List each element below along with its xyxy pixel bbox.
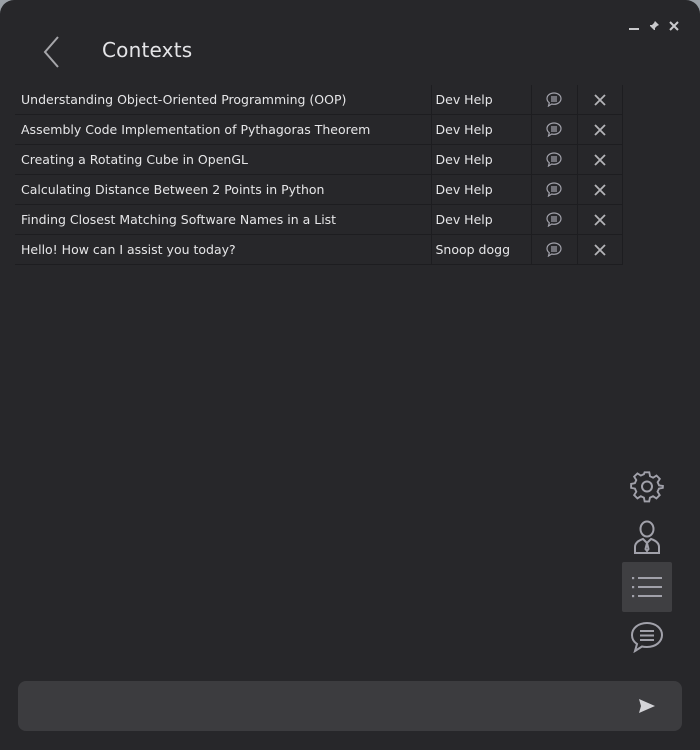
send-icon [639,699,655,713]
close-icon [593,153,606,166]
context-name: Dev Help [431,85,532,115]
chat-bubble-icon [546,122,562,137]
context-row[interactable]: Finding Closest Matching Software Names … [15,204,623,235]
delete-context-button[interactable] [590,90,610,110]
context-name: Dev Help [431,204,532,235]
app-window: Contexts Understanding Object-Oriented P… [0,0,700,750]
context-row[interactable]: Understanding Object-Oriented Programmin… [15,85,623,115]
delete-context-button[interactable] [590,180,610,200]
context-name: Dev Help [431,114,532,145]
chat-bubble-icon [546,242,562,257]
close-icon[interactable] [668,20,680,32]
chat-bubble-icon [630,621,664,653]
agent-button[interactable] [622,512,672,562]
context-row[interactable]: Calculating Distance Between 2 Points in… [15,174,623,205]
chat-button[interactable] [622,612,672,662]
chat-bubble-icon [546,182,562,197]
list-icon [632,577,662,598]
close-icon [593,243,606,256]
close-icon [593,123,606,136]
side-toolbar [622,462,672,662]
delete-context-button[interactable] [590,210,610,230]
page-title: Contexts [102,38,193,62]
context-name: Dev Help [431,174,532,205]
context-title[interactable]: Finding Closest Matching Software Names … [15,204,432,235]
context-row[interactable]: Creating a Rotating Cube in OpenGL Dev He… [15,144,623,175]
context-name: Snoop dogg [431,234,532,265]
delete-context-button[interactable] [590,150,610,170]
context-title[interactable]: Understanding Object-Oriented Programmin… [15,85,432,115]
open-chat-button[interactable] [544,239,564,259]
open-chat-button[interactable] [544,149,564,169]
chat-bubble-icon [546,212,562,227]
contexts-list-button[interactable] [622,562,672,612]
context-title[interactable]: Assembly Code Implementation of Pythagor… [15,114,432,145]
chevron-left-icon [43,36,59,68]
settings-button[interactable] [622,462,672,512]
delete-context-button[interactable] [590,120,610,140]
window-controls [628,20,680,32]
send-button[interactable] [638,698,656,714]
contexts-table: Understanding Object-Oriented Programmin… [15,85,623,265]
close-icon [593,213,606,226]
message-composer [18,681,682,731]
chat-bubble-icon [546,152,562,167]
chat-bubble-icon [546,92,562,107]
open-chat-button[interactable] [544,89,564,109]
context-row[interactable]: Hello! How can I assist you today? Snoop … [15,234,623,265]
delete-context-button[interactable] [590,240,610,260]
pin-icon[interactable] [648,20,660,32]
gear-icon [630,471,664,503]
close-icon [593,183,606,196]
back-button[interactable] [38,33,66,71]
message-input[interactable] [32,689,626,725]
context-title[interactable]: Creating a Rotating Cube in OpenGL [15,144,432,175]
minimize-icon[interactable] [628,20,640,32]
context-title[interactable]: Calculating Distance Between 2 Points in… [15,174,432,205]
close-icon [593,93,606,106]
context-name: Dev Help [431,144,532,175]
open-chat-button[interactable] [544,179,564,199]
agent-icon [634,520,660,554]
open-chat-button[interactable] [544,209,564,229]
context-row[interactable]: Assembly Code Implementation of Pythagor… [15,114,623,145]
context-title[interactable]: Hello! How can I assist you today? [15,234,432,265]
open-chat-button[interactable] [544,119,564,139]
